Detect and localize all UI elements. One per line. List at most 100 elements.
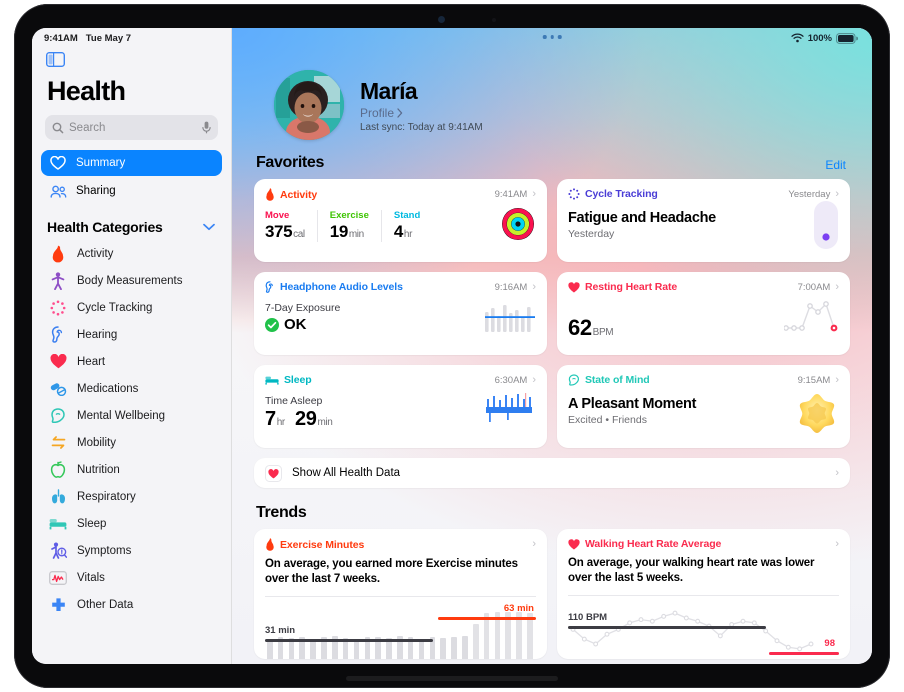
body-figure-icon <box>49 271 67 290</box>
audio-bars-chart <box>485 302 535 339</box>
sidebar-category-label: Vitals <box>77 571 105 584</box>
chevron-down-icon[interactable] <box>203 223 215 231</box>
chevron-right-icon[interactable]: › <box>835 467 839 479</box>
home-indicator[interactable] <box>346 676 558 681</box>
favorites-header: Favorites Edit <box>254 154 850 179</box>
baseline-line <box>265 638 434 642</box>
card-value-minutes: 29 <box>295 408 317 430</box>
avatar[interactable] <box>274 70 344 140</box>
sidebar-category-heart[interactable]: Heart <box>32 348 231 375</box>
current-line <box>768 651 839 655</box>
apple-icon <box>49 461 67 479</box>
favorites-edit-button[interactable]: Edit <box>825 158 846 172</box>
sidebar-category-mobility[interactable]: Mobility <box>32 429 231 456</box>
profile-header[interactable]: María Profile Last sync: Today at 9:41AM <box>254 48 850 154</box>
health-categories-header[interactable]: Health Categories <box>32 206 231 240</box>
profile-link[interactable]: Profile <box>360 106 483 120</box>
card-title: Walking Heart Rate Average <box>585 538 722 550</box>
favorite-card-cycle-tracking[interactable]: Cycle Tracking Yesterday › Fatigue and H… <box>557 179 850 262</box>
chevron-right-icon[interactable]: › <box>835 188 839 200</box>
favorite-card-headphone-audio-levels[interactable]: Headphone Audio Levels 9:16AM › 7-Day Ex… <box>254 272 547 355</box>
card-title-group: Activity <box>265 188 317 201</box>
card-header: Sleep 6:30AM › <box>265 374 536 386</box>
sidebar-category-vitals[interactable]: Vitals <box>32 564 231 591</box>
sidebar-category-hearing[interactable]: Hearing <box>32 321 231 348</box>
card-header: State of Mind 9:15AM › <box>568 374 839 386</box>
chevron-right-icon[interactable]: › <box>835 281 839 293</box>
heart-filled-icon <box>568 281 580 292</box>
multitasking-control-button[interactable] <box>542 35 562 39</box>
flame-icon <box>49 245 67 263</box>
head-profile-icon <box>568 374 580 386</box>
sidebar-category-symptoms[interactable]: Symptoms <box>32 537 231 564</box>
sidebar-category-nutrition[interactable]: Nutrition <box>32 456 231 483</box>
sleep-bars-chart <box>485 393 535 432</box>
sidebar-category-activity[interactable]: Activity <box>32 240 231 267</box>
search-placeholder: Search <box>69 121 106 134</box>
profile-name: María <box>360 77 418 104</box>
lungs-icon <box>49 488 67 506</box>
sidebar-category-label: Body Measurements <box>77 274 183 287</box>
sidebar-category-other-data[interactable]: Other Data <box>32 591 231 618</box>
metric-number: 375 <box>265 222 293 241</box>
chart-bar <box>472 624 479 659</box>
sidebar-category-sleep[interactable]: Sleep <box>32 510 231 537</box>
symptoms-person-icon <box>49 542 67 560</box>
card-meta: 9:15AM › <box>798 374 839 386</box>
sidebar-category-label: Other Data <box>77 598 134 611</box>
metric-number: 19 <box>329 222 349 241</box>
card-unit-minutes: min <box>317 417 333 428</box>
chevron-right-icon[interactable]: › <box>532 189 536 200</box>
card-header: Cycle Tracking Yesterday › <box>568 188 839 200</box>
chevron-right-icon[interactable]: › <box>835 374 839 386</box>
card-title: Sleep <box>284 374 312 386</box>
sidebar-category-label: Mental Wellbeing <box>77 409 166 422</box>
trends-grid: Exercise Minutes › On average, you earne… <box>254 529 850 659</box>
sidebar-category-body-measurements[interactable]: Body Measurements <box>32 267 231 294</box>
card-value-number: 62 <box>568 315 592 340</box>
heart-filled-icon <box>265 464 282 482</box>
sidebar-category-respiratory[interactable]: Respiratory <box>32 483 231 510</box>
microphone-icon[interactable] <box>202 121 211 134</box>
sidebar-category-label: Activity <box>77 247 114 260</box>
card-title: Exercise Minutes <box>280 538 365 551</box>
favorite-card-resting-heart-rate[interactable]: Resting Heart Rate 7:00AM › 62BPM <box>557 272 850 355</box>
sidebar-toggle-icon <box>45 51 66 68</box>
sidebar-item-sharing[interactable]: Sharing <box>41 178 222 204</box>
sidebar-category-label: Heart <box>77 355 106 368</box>
favorite-card-sleep[interactable]: Sleep 6:30AM › Time Asleep 7hr 29min <box>254 365 547 448</box>
search-input[interactable]: Search <box>45 115 218 140</box>
profile-link-label: Profile <box>360 105 395 120</box>
card-header: Resting Heart Rate 7:00AM › <box>568 281 839 293</box>
sidebar-category-medications[interactable]: Medications <box>32 375 231 402</box>
show-all-health-data-row[interactable]: Show All Health Data › <box>254 458 850 488</box>
favorites-title: Favorites <box>256 154 324 171</box>
chevron-right-icon[interactable]: › <box>532 539 536 550</box>
cycle-dots-icon <box>49 299 67 317</box>
metric-label: Stand <box>393 210 421 221</box>
card-title-group: Exercise Minutes <box>265 538 364 551</box>
metric-unit: hr <box>403 229 413 240</box>
trend-card-walking-heart-rate-average[interactable]: Walking Heart Rate Average › On average,… <box>557 529 850 659</box>
sidebar-toggle-button[interactable] <box>32 48 231 72</box>
cycle-dots-icon <box>568 188 580 200</box>
trend-card-exercise-minutes[interactable]: Exercise Minutes › On average, you earne… <box>254 529 547 659</box>
card-header: Headphone Audio Levels 9:16AM › <box>265 281 536 293</box>
favorite-card-state-of-mind[interactable]: State of Mind 9:15AM › A Pleasant Moment… <box>557 365 850 448</box>
chevron-right-icon[interactable]: › <box>532 374 536 386</box>
card-title-group: Cycle Tracking <box>568 188 658 200</box>
card-header: Exercise Minutes › <box>265 538 536 551</box>
chevron-right-icon[interactable]: › <box>835 538 839 550</box>
metric-unit: min <box>348 229 364 240</box>
sidebar-category-mental-wellbeing[interactable]: Mental Wellbeing <box>32 402 231 429</box>
chevron-right-icon[interactable]: › <box>532 281 536 293</box>
scroll-container[interactable]: María Profile Last sync: Today at 9:41AM… <box>232 48 872 664</box>
sidebar-category-cycle-tracking[interactable]: Cycle Tracking <box>32 294 231 321</box>
favorite-card-activity[interactable]: Activity 9:41AM › Move 375cal Exercise 1… <box>254 179 547 262</box>
metric-value: 19min <box>330 222 369 242</box>
trend-description: On average, you earned more Exercise min… <box>265 558 518 586</box>
sidebar-category-label: Sleep <box>77 517 107 530</box>
sidebar-item-summary[interactable]: Summary <box>41 150 222 176</box>
card-status-value: OK <box>284 316 307 333</box>
sidebar-status-bar: 9:41AM Tue May 7 <box>32 28 231 48</box>
